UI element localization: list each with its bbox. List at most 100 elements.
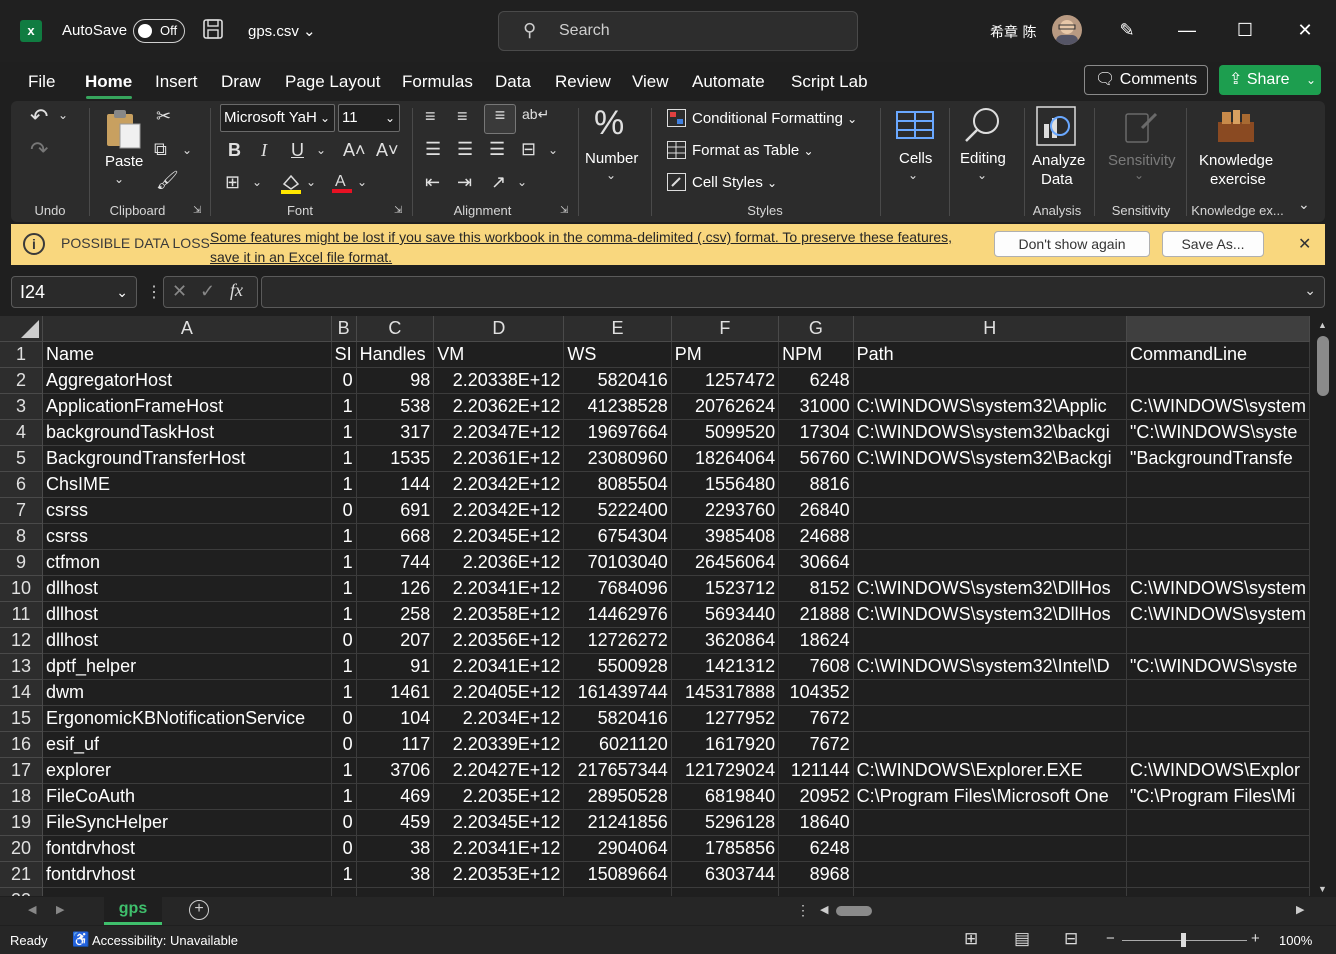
cell[interactable]: dllhost [42,575,332,602]
cell[interactable]: "C:\WINDOWS\syste [1126,653,1310,680]
cell[interactable]: 459 [356,809,435,836]
cell[interactable]: 2.2035E+12 [433,783,565,810]
cell[interactable] [1126,861,1310,888]
column-header[interactable]: G [778,316,854,342]
cell[interactable]: explorer [42,757,332,784]
cell[interactable]: 91 [356,653,435,680]
cell[interactable] [42,887,332,896]
cell[interactable]: 144 [356,471,435,498]
close-button[interactable]: ✕ [1290,15,1320,45]
cell[interactable]: 1617920 [671,731,780,758]
cell[interactable]: Handles [356,341,435,368]
column-header[interactable] [1126,316,1310,342]
cell[interactable]: 691 [356,497,435,524]
row-header[interactable]: 10 [0,575,43,602]
cell[interactable]: csrss [42,523,332,550]
cell[interactable]: 30664 [778,549,854,576]
column-header[interactable]: A [42,316,332,342]
cell[interactable]: 1257472 [671,367,780,394]
cell[interactable]: 41238528 [563,393,672,420]
row-header[interactable]: 3 [0,393,43,420]
decrease-indent-icon[interactable]: ⇤ [425,172,440,193]
chevron-down-icon[interactable]: ⌄ [252,175,262,189]
chevron-down-icon[interactable]: ⌄ [606,168,616,182]
font-name-box[interactable]: Microsoft YaH ⌄ [220,104,335,132]
cell[interactable]: 1 [331,419,357,446]
cell[interactable]: AggregatorHost [42,367,332,394]
cell[interactable]: fontdrvhost [42,835,332,862]
cell[interactable]: 1 [331,783,357,810]
cell[interactable]: 5500928 [563,653,672,680]
cell[interactable]: 2.20338E+12 [433,367,565,394]
cell[interactable]: 1523712 [671,575,780,602]
cell[interactable] [1126,679,1310,706]
dialog-launcher-icon[interactable]: ⇲ [560,205,568,216]
cell[interactable]: ChsIME [42,471,332,498]
cell[interactable]: 469 [356,783,435,810]
cell[interactable]: 26456064 [671,549,780,576]
cell[interactable]: 19697664 [563,419,672,446]
cell[interactable] [1126,549,1310,576]
cell[interactable]: FileCoAuth [42,783,332,810]
chevron-down-icon[interactable]: ⌄ [182,143,192,157]
conditional-formatting-icon[interactable] [667,109,686,130]
column-header[interactable]: H [853,316,1127,342]
vertical-scroll-thumb[interactable] [1317,336,1329,396]
cell[interactable]: 3706 [356,757,435,784]
cell[interactable]: 0 [331,497,357,524]
save-icon[interactable] [202,18,224,43]
cell[interactable]: 3620864 [671,627,780,654]
cell[interactable]: 668 [356,523,435,550]
cell[interactable]: 5820416 [563,367,672,394]
menu-home[interactable]: Home [85,72,132,92]
row-header[interactable]: 7 [0,497,43,524]
cell[interactable]: 121729024 [671,757,780,784]
editing-search-icon[interactable] [962,106,1004,147]
cell[interactable]: 6754304 [563,523,672,550]
cell[interactable]: dllhost [42,627,332,654]
cell[interactable]: 2.20353E+12 [433,861,565,888]
cell[interactable] [1126,731,1310,758]
cell[interactable]: 2.20356E+12 [433,627,565,654]
cell[interactable]: 5693440 [671,601,780,628]
row-header[interactable]: 16 [0,731,43,758]
paste-icon[interactable] [104,108,142,153]
cell[interactable]: 145317888 [671,679,780,706]
zoom-level[interactable]: 100% [1279,933,1312,948]
chevron-down-icon[interactable]: ⌄ [114,172,124,186]
cell[interactable]: PM [671,341,780,368]
editing-label[interactable]: Editing [960,150,1006,167]
cell[interactable] [853,887,1127,896]
cell[interactable]: C:\WINDOWS\system [1126,393,1310,420]
cell[interactable]: 6303744 [671,861,780,888]
fill-color-icon[interactable] [280,172,302,197]
cancel-icon[interactable]: ✕ [172,281,187,302]
wrap-text-icon[interactable]: ab↵ [522,106,549,123]
cell[interactable]: 8816 [778,471,854,498]
cell[interactable]: 2.20345E+12 [433,809,565,836]
spreadsheet-grid[interactable]: ABCDEFGH 1 Name SI Handles VM WS PM NPM Path Comm… [0,316,1310,896]
cell[interactable]: esif_uf [42,731,332,758]
dialog-launcher-icon[interactable]: ⇲ [193,205,201,216]
menu-file[interactable]: File [28,72,55,92]
cell[interactable]: C:\WINDOWS\Explor [1126,757,1310,784]
conditional-formatting-label[interactable]: Conditional Formatting ⌄ [692,110,857,127]
cell[interactable]: 12726272 [563,627,672,654]
avatar[interactable] [1052,15,1082,45]
cell[interactable]: 1 [331,861,357,888]
column-header[interactable]: F [671,316,780,342]
cell[interactable]: 8152 [778,575,854,602]
cell[interactable]: 15089664 [563,861,672,888]
menu-automate[interactable]: Automate [692,72,765,92]
cell[interactable]: csrss [42,497,332,524]
cell[interactable]: "C:\WINDOWS\syste [1126,419,1310,446]
name-box[interactable]: I24 ⌄ [11,276,137,308]
cell[interactable]: CommandLine [1126,341,1310,368]
cell[interactable]: 6248 [778,367,854,394]
borders-icon[interactable]: ⊞ [225,172,240,193]
cell[interactable] [853,809,1127,836]
cell[interactable]: 1556480 [671,471,780,498]
search-box[interactable]: ⚲ Search [498,11,858,51]
autosave-toggle[interactable]: Off [133,19,185,43]
cell[interactable]: C:\WINDOWS\system [1126,575,1310,602]
